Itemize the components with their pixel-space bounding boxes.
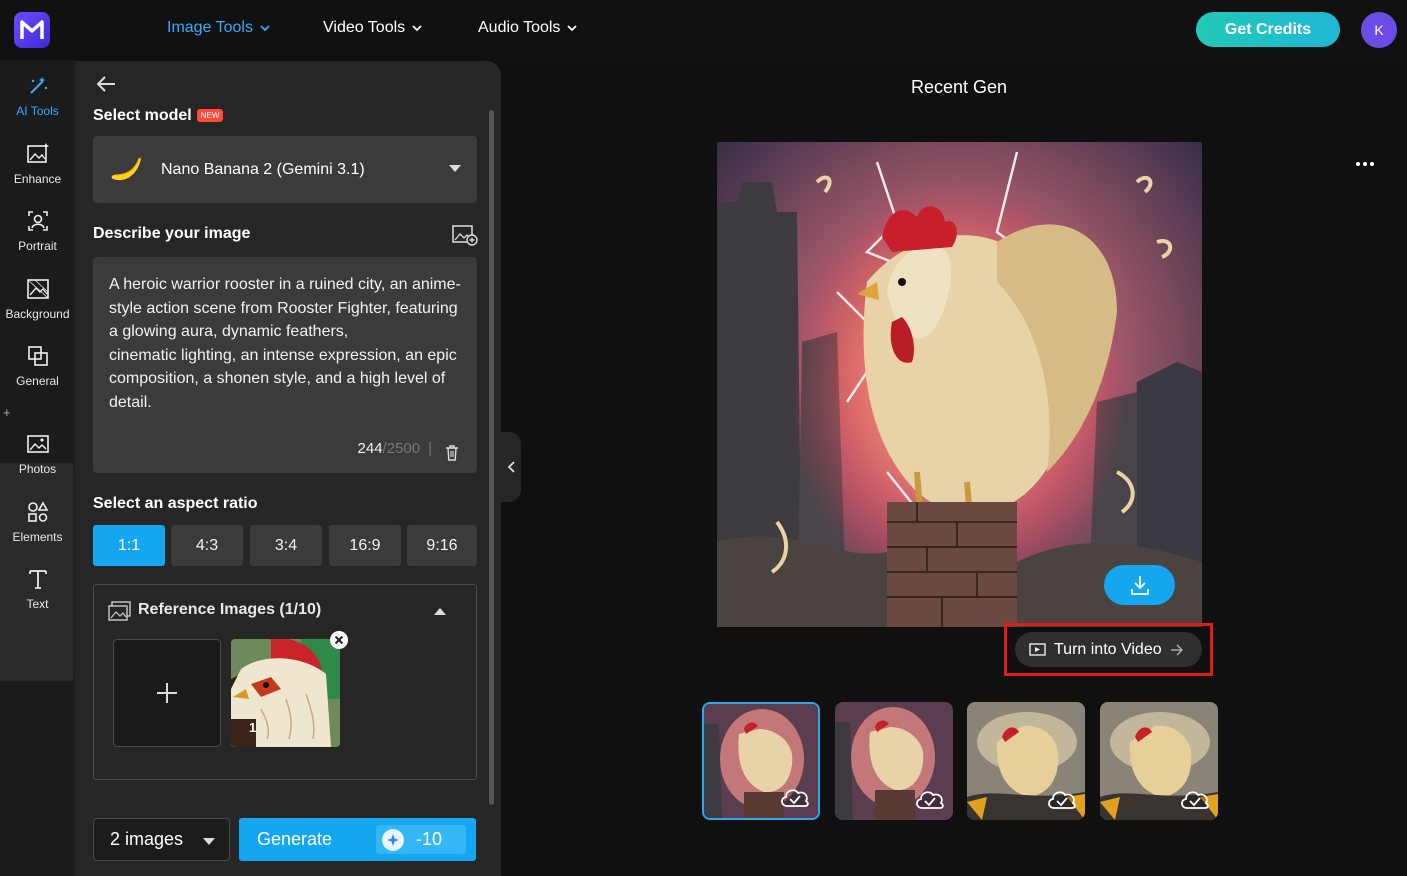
ratio-1-1-button[interactable]: 1:1	[93, 525, 165, 566]
add-icon[interactable]: +	[3, 405, 11, 420]
model-dropdown[interactable]: Nano Banana 2 (Gemini 3.1)	[93, 136, 477, 203]
model-name: Nano Banana 2 (Gemini 3.1)	[161, 160, 365, 178]
chevron-down-icon	[260, 25, 270, 32]
ratio-3-4-button[interactable]: 3:4	[250, 525, 322, 566]
reference-index: 1	[249, 720, 257, 735]
download-icon	[1130, 576, 1149, 595]
thumbnail-3[interactable]	[967, 702, 1085, 820]
close-icon	[334, 635, 344, 645]
thumbnail-1[interactable]	[702, 702, 820, 820]
text-icon	[28, 569, 47, 589]
thumbnail-4[interactable]	[1100, 702, 1218, 820]
avatar[interactable]: K	[1361, 12, 1397, 48]
chevron-left-icon	[507, 461, 515, 473]
nav-image-tools[interactable]: Image Tools	[167, 19, 271, 37]
arrow-right-icon	[1170, 643, 1183, 656]
cloud-saved-icon	[781, 789, 809, 807]
trash-icon[interactable]	[445, 445, 459, 461]
describe-heading: Describe your image	[93, 225, 251, 242]
panel-scrollbar[interactable]	[489, 110, 494, 805]
chevron-down-icon	[412, 25, 422, 32]
thumbnail-2[interactable]	[835, 702, 953, 820]
top-bar: Image Tools Video Tools Audio Tools Get …	[0, 0, 1407, 60]
rail-ai-tools[interactable]: AI Tools	[0, 62, 75, 128]
generate-cost: -10	[376, 825, 466, 854]
ratio-9-16-button[interactable]: 9:16	[407, 525, 477, 566]
cloud-saved-icon	[1048, 791, 1076, 809]
generated-image[interactable]	[717, 142, 1202, 627]
back-arrow-icon[interactable]	[95, 73, 117, 95]
rail-enhance[interactable]: Enhance	[0, 130, 75, 196]
select-model-heading: Select model NEW	[93, 107, 224, 125]
nav-video-tools[interactable]: Video Tools	[323, 19, 423, 37]
rail-photos[interactable]: Photos	[0, 420, 75, 486]
layers-icon	[27, 345, 48, 366]
collapse-panel-button[interactable]	[501, 432, 521, 502]
rail-background[interactable]: Background	[0, 265, 75, 331]
chevron-down-icon	[567, 25, 578, 32]
background-icon	[26, 278, 49, 299]
aspect-ratio-heading: Select an aspect ratio	[93, 495, 258, 512]
new-badge: NEW	[196, 109, 224, 123]
prompt-text: A heroic warrior rooster in a ruined cit…	[109, 276, 461, 411]
generate-button[interactable]: Generate -10	[239, 818, 476, 861]
add-reference-button[interactable]	[113, 639, 221, 747]
tool-rail: + AI Tools Enhance Portrait Background G…	[0, 60, 75, 876]
collapse-caret-icon[interactable]	[434, 608, 446, 615]
app-logo[interactable]	[14, 12, 50, 48]
more-options-button[interactable]	[1353, 154, 1377, 174]
ratio-16-9-button[interactable]: 16:9	[329, 525, 401, 566]
gallery-icon	[108, 601, 131, 621]
reference-images-section: Reference Images (1/10) 1	[93, 584, 477, 780]
plus-icon	[157, 683, 177, 703]
photo-icon	[26, 434, 49, 453]
cloud-saved-icon	[1181, 791, 1209, 809]
prompt-textarea[interactable]: A heroic warrior rooster in a ruined cit…	[93, 257, 477, 473]
portrait-icon	[27, 210, 48, 231]
rail-elements[interactable]: Elements	[0, 488, 75, 554]
download-button[interactable]	[1104, 565, 1175, 605]
turn-into-video-button[interactable]: Turn into Video	[1015, 632, 1202, 667]
nav-audio-tools[interactable]: Audio Tools	[478, 19, 578, 37]
cloud-saved-icon	[916, 791, 944, 809]
credit-gem-icon	[382, 828, 404, 851]
generation-panel: Select model NEW Nano Banana 2 (Gemini 3.…	[75, 61, 501, 876]
rail-portrait[interactable]: Portrait	[0, 197, 75, 263]
ratio-4-3-button[interactable]: 4:3	[171, 525, 243, 566]
shapes-icon	[27, 500, 48, 522]
rail-text[interactable]: Text	[0, 555, 75, 621]
enhance-image-icon	[26, 142, 49, 163]
image-upload-icon[interactable]	[452, 224, 478, 246]
caret-down-icon	[203, 838, 215, 845]
rooster-artwork	[717, 142, 1202, 627]
image-count-dropdown[interactable]: 2 images	[93, 818, 230, 861]
reference-thumbnail[interactable]: 1	[231, 639, 340, 747]
banana-icon	[111, 154, 142, 180]
recent-gen-title: Recent Gen	[911, 77, 1008, 97]
video-icon	[1029, 643, 1046, 656]
caret-down-icon	[449, 165, 461, 172]
remove-reference-button[interactable]	[330, 631, 348, 649]
get-credits-button[interactable]: Get Credits	[1196, 12, 1340, 47]
reference-rooster-image	[231, 639, 340, 747]
logo-icon	[20, 20, 44, 39]
character-counter: 244/2500 |	[357, 440, 432, 458]
reference-images-title: Reference Images (1/10)	[138, 601, 322, 618]
rail-general[interactable]: General	[0, 332, 75, 398]
magic-wand-icon	[29, 76, 47, 94]
